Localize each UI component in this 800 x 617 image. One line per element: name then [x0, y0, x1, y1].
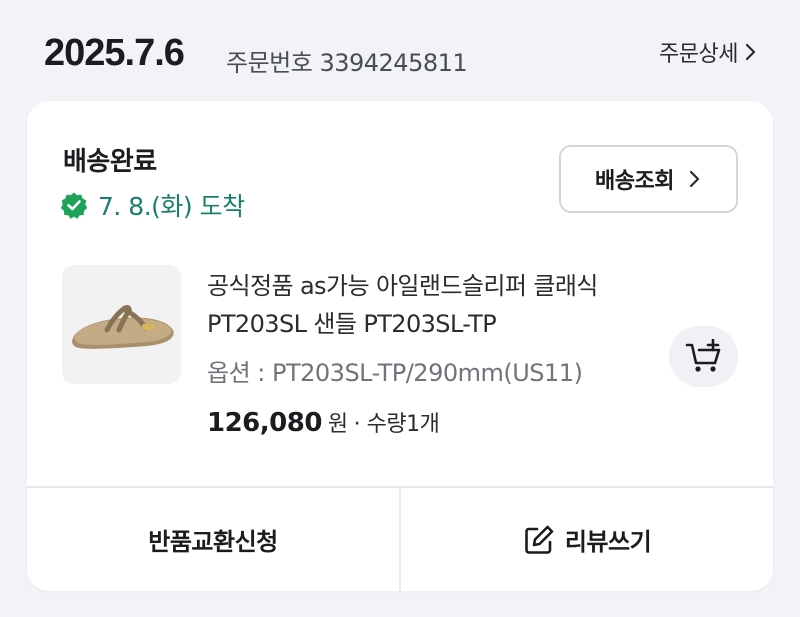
chevron-right-icon [745, 43, 756, 61]
edit-icon [525, 525, 554, 554]
check-badge-icon [60, 192, 88, 219]
write-review-button[interactable]: 리뷰쓰기 [401, 488, 773, 591]
delivery-status: 배송완료 [63, 147, 157, 177]
return-exchange-label: 반품교환신청 [148, 528, 278, 556]
order-detail-label: 주문상세 [659, 42, 738, 67]
product-name[interactable]: 공식정품 as가능 아일랜드슬리퍼 클래식 PT203SL 샌들 PT203SL… [207, 267, 647, 343]
product-quantity: · 수량1개 [353, 412, 440, 437]
order-card: 배송완료 7. 8.(화) 도착 배송조회 공식정품 as가능 아일랜드슬리퍼 … [27, 101, 773, 591]
arrival-row: 7. 8.(화) 도착 [60, 187, 245, 223]
order-date: 2025.7.6 [44, 32, 185, 74]
price-unit: 원 [327, 412, 348, 437]
return-exchange-button[interactable]: 반품교환신청 [27, 488, 399, 591]
add-to-cart-button[interactable] [669, 326, 738, 387]
chevron-right-icon [689, 170, 700, 188]
order-number: 주문번호 3394245811 [226, 49, 468, 77]
cart-plus-icon [685, 338, 720, 372]
product-thumbnail[interactable] [62, 265, 181, 384]
track-delivery-button[interactable]: 배송조회 [559, 145, 738, 213]
write-review-label: 리뷰쓰기 [564, 528, 652, 556]
sandal-image [71, 304, 174, 349]
arrival-date: 7. 8.(화) 도착 [98, 192, 245, 221]
track-delivery-label: 배송조회 [595, 169, 674, 194]
order-detail-link[interactable]: 주문상세 [659, 36, 758, 68]
product-option: 옵션 : PT203SL-TP/290mm(US11) [207, 359, 583, 387]
price-row: 126,080 원 · 수량1개 [207, 406, 440, 438]
order-header: 2025.7.6 주문번호 3394245811 주문상세 [0, 0, 800, 100]
product-price: 126,080 [207, 408, 322, 438]
